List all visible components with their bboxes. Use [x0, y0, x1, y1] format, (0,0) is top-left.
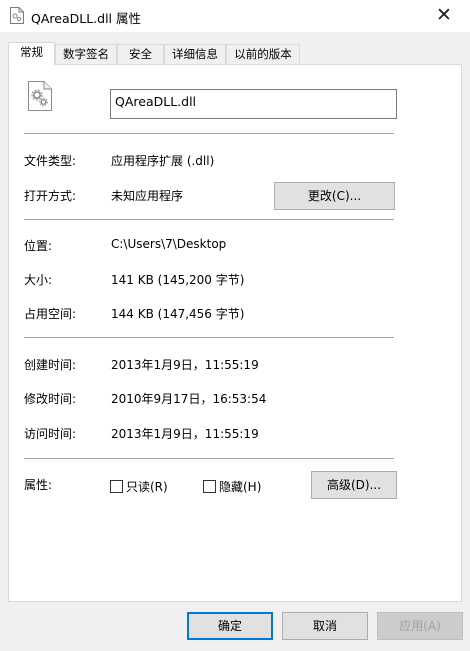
modified-value: 2010年9月17日，16:53:54 [111, 392, 267, 406]
window-title: QAreaDLL.dll 属性 [31, 11, 141, 26]
location-value: C:\Users\7\Desktop [111, 237, 227, 251]
tab-strip: 常规 数字签名 安全 详细信息 以前的版本 [8, 42, 462, 66]
divider [24, 458, 394, 459]
modified-label: 修改时间: [24, 392, 77, 406]
file-name-input[interactable]: QAreaDLL.dll [110, 89, 397, 119]
file-type-value: 应用程序扩展 (.dll) [111, 154, 215, 168]
checkbox-box[interactable] [203, 480, 216, 493]
dll-file-icon [10, 7, 24, 24]
divider [24, 133, 394, 134]
general-panel [8, 64, 462, 602]
tab-digital-signatures[interactable]: 数字签名 [55, 44, 117, 64]
readonly-label: 只读(R) [126, 480, 168, 494]
hidden-label: 隐藏(H) [219, 480, 262, 494]
close-icon: ✕ [436, 4, 452, 26]
tab-general[interactable]: 常规 [8, 42, 55, 66]
readonly-checkbox[interactable]: 只读(R) [110, 478, 190, 495]
close-button[interactable]: ✕ [422, 2, 466, 28]
tab-previous-versions[interactable]: 以前的版本 [226, 44, 300, 64]
hidden-checkbox[interactable]: 隐藏(H) [203, 478, 283, 495]
tab-label: 常规 [20, 45, 43, 59]
created-value: 2013年1月9日，11:55:19 [111, 358, 259, 372]
tab-details[interactable]: 详细信息 [164, 44, 226, 64]
opens-with-label: 打开方式: [24, 189, 77, 203]
tab-label: 数字签名 [63, 47, 109, 61]
advanced-button[interactable]: 高级(D)... [311, 471, 397, 499]
opens-with-value: 未知应用程序 [111, 189, 184, 203]
dll-file-icon [28, 81, 52, 111]
tab-label: 详细信息 [172, 47, 218, 61]
size-on-disk-label: 占用空间: [24, 307, 77, 321]
created-label: 创建时间: [24, 358, 77, 372]
tab-label: 以前的版本 [234, 47, 292, 61]
title-bar: QAreaDLL.dll 属性 ✕ [0, 0, 470, 32]
checkbox-box[interactable] [110, 480, 123, 493]
location-label: 位置: [24, 239, 53, 253]
size-label: 大小: [24, 273, 53, 287]
change-button[interactable]: 更改(C)... [274, 182, 395, 210]
accessed-value: 2013年1月9日，11:55:19 [111, 427, 259, 441]
tab-label: 安全 [129, 47, 152, 61]
divider [24, 219, 394, 220]
file-type-label: 文件类型: [24, 154, 77, 168]
divider [24, 337, 394, 338]
size-value: 141 KB (145,200 字节) [111, 273, 245, 287]
tab-security[interactable]: 安全 [117, 44, 164, 64]
apply-button: 应用(A) [377, 612, 463, 640]
cancel-button[interactable]: 取消 [282, 612, 368, 640]
ok-button[interactable]: 确定 [187, 612, 273, 640]
accessed-label: 访问时间: [24, 427, 77, 441]
size-on-disk-value: 144 KB (147,456 字节) [111, 307, 245, 321]
attributes-label: 属性: [24, 478, 53, 492]
